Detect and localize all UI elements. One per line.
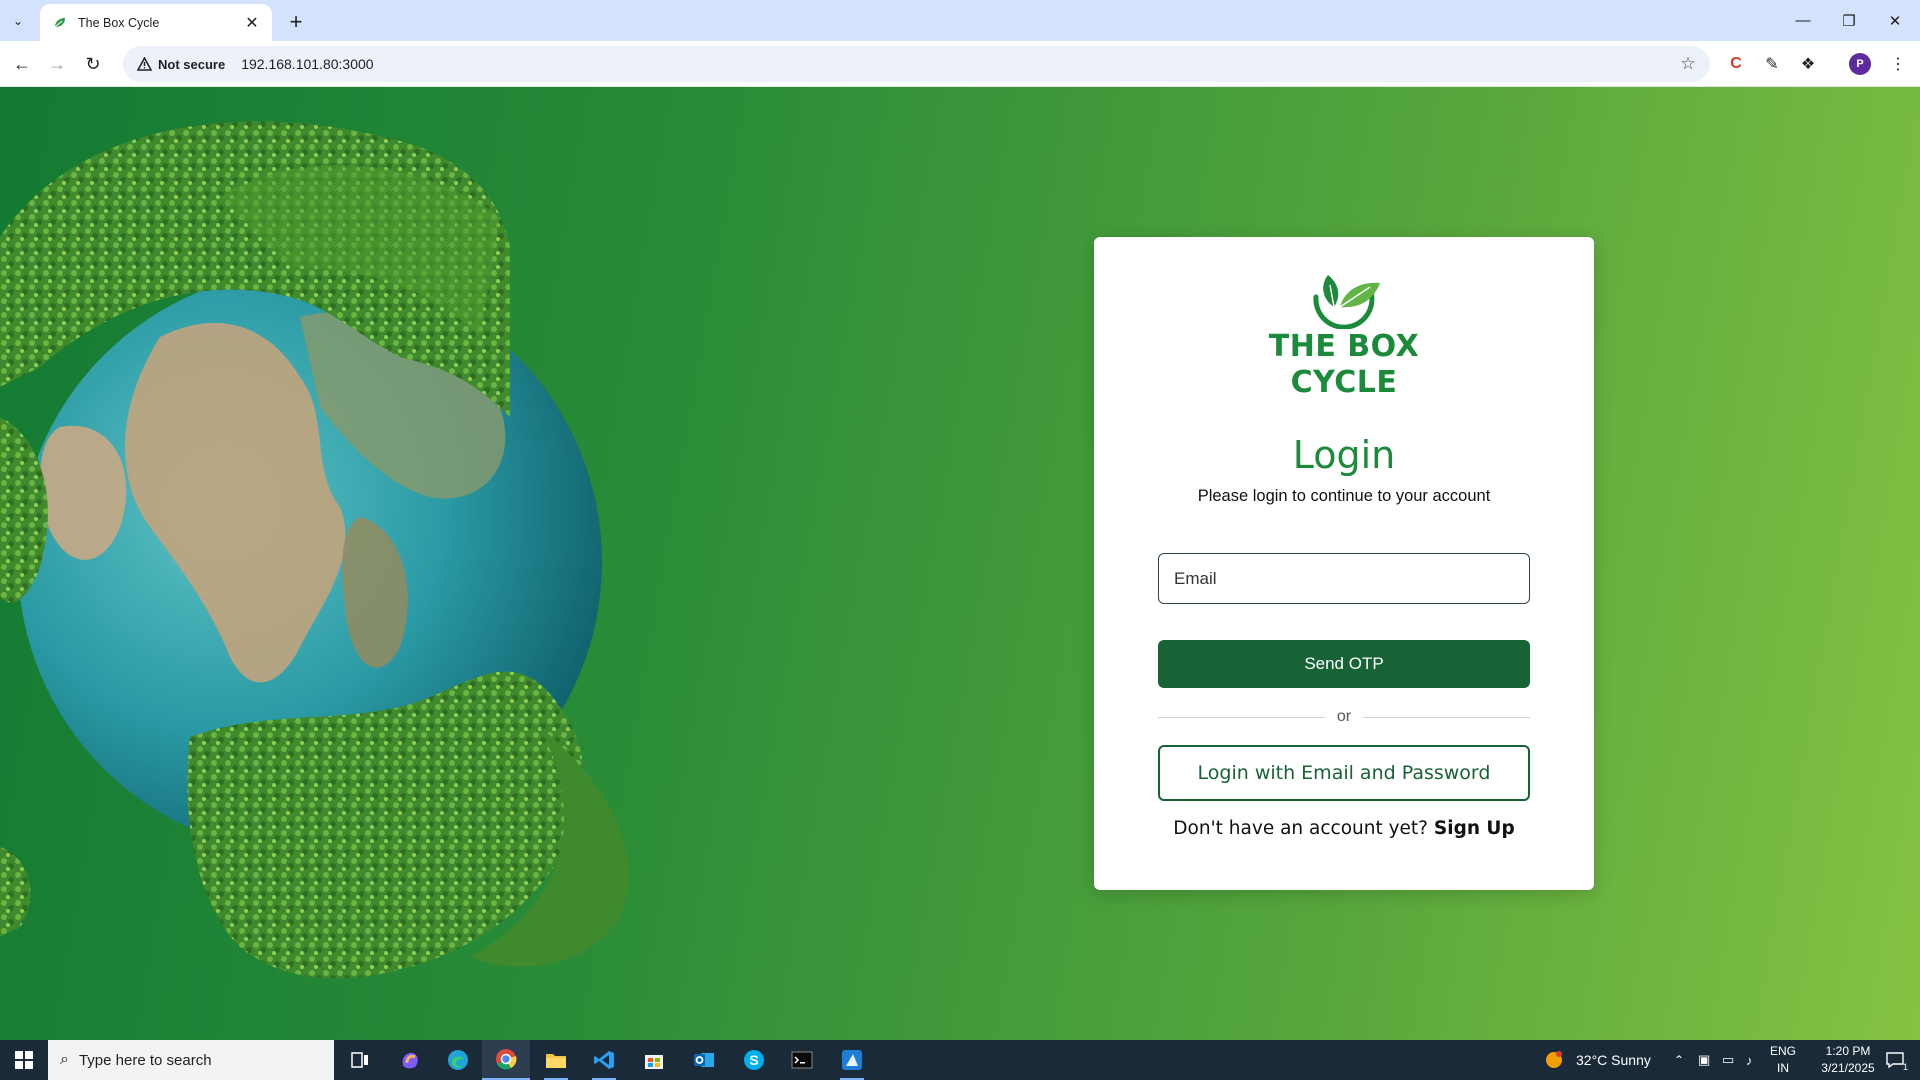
network-icon[interactable]: ▭ [1722, 1040, 1734, 1080]
profile-avatar[interactable]: P [1849, 53, 1871, 75]
volume-icon[interactable]: ♪ [1746, 1040, 1753, 1080]
extensions-puzzle-icon[interactable]: ❖ [1794, 50, 1822, 78]
extension-c-icon[interactable]: C [1722, 50, 1750, 78]
terminal-icon[interactable] [778, 1040, 826, 1080]
back-arrow-icon[interactable]: ← [6, 48, 38, 80]
bookmark-star-icon[interactable]: ☆ [1676, 52, 1700, 76]
address-bar[interactable]: Not secure 192.168.101.80:3000 ☆ [123, 46, 1710, 82]
warning-triangle-icon [137, 57, 152, 71]
tab-title: The Box Cycle [78, 15, 160, 30]
login-subtitle: Please login to continue to your account [1197, 487, 1491, 505]
browser-tab-active[interactable]: The Box Cycle ✕ [40, 4, 272, 41]
svg-text:S: S [749, 1052, 758, 1068]
copilot-icon[interactable] [386, 1040, 434, 1080]
login-title: Login [1292, 433, 1396, 477]
recycle-globe-illustration [0, 121, 629, 979]
weather-sun-icon[interactable] [1530, 1040, 1578, 1080]
taskbar-search-box[interactable]: ⌕ Type here to search [48, 1040, 334, 1080]
clock-time: 1:20 PM [1825, 1044, 1871, 1058]
browser-toolbar: ← → ↻ Not secure 192.168.101.80:3000 ☆ C… [0, 41, 1920, 87]
signup-link[interactable]: Sign Up [1434, 818, 1515, 839]
chrome-browser-icon[interactable] [482, 1040, 530, 1080]
brand-name-line1: THE BOX [1268, 329, 1420, 364]
restore-icon[interactable]: ❐ [1826, 0, 1872, 41]
skype-icon[interactable]: S [730, 1040, 778, 1080]
region-code: IN [1777, 1061, 1789, 1075]
azure-data-studio-icon[interactable] [828, 1040, 876, 1080]
brand-name-line2: CYCLE [1290, 365, 1398, 400]
taskbar-clock[interactable]: 1:20 PM 3/21/2025 [1808, 1040, 1888, 1080]
login-with-password-button[interactable]: Login with Email and Password [1158, 745, 1530, 801]
language-code: ENG [1770, 1044, 1797, 1058]
eyedropper-icon[interactable]: ✎ [1758, 50, 1786, 78]
page-viewport: THE BOX CYCLE Login Please login to cont… [0, 87, 1920, 1040]
forward-arrow-icon[interactable]: → [41, 48, 73, 80]
task-view-icon[interactable] [336, 1040, 384, 1080]
meet-now-icon[interactable]: ▣ [1698, 1040, 1710, 1080]
search-icon: ⌕ [60, 1051, 69, 1068]
divider-line-right [1363, 716, 1531, 718]
tab-close-icon[interactable]: ✕ [242, 13, 262, 33]
email-field[interactable] [1158, 553, 1530, 604]
signup-row: Don't have an account yet? Sign Up [1094, 818, 1594, 839]
outlook-icon[interactable] [680, 1040, 728, 1080]
reload-icon[interactable]: ↻ [77, 48, 109, 80]
url-text: 192.168.101.80:3000 [241, 56, 374, 72]
leaf-circle-logo-icon [1313, 275, 1380, 329]
edge-browser-icon[interactable] [434, 1040, 482, 1080]
browser-menu-icon[interactable]: ⋮ [1884, 50, 1912, 78]
file-explorer-icon[interactable] [532, 1040, 580, 1080]
windows-start-icon[interactable] [0, 1040, 48, 1080]
windows-taskbar: ⌕ Type here to search S 32°C Sunny ⌃ ▣ ▭… [0, 1040, 1920, 1080]
leaf-favicon-icon [54, 17, 65, 27]
window-close-icon[interactable]: ✕ [1872, 0, 1918, 41]
weather-text[interactable]: 32°C Sunny [1576, 1040, 1651, 1080]
browser-tabstrip: ⌄ The Box Cycle ✕ + — ❐ ✕ [0, 0, 1920, 41]
notification-count: 1 [1902, 1062, 1908, 1072]
site-info-chip[interactable]: Not secure [131, 57, 231, 72]
tab-search-chevron-icon[interactable]: ⌄ [6, 9, 30, 33]
language-indicator[interactable]: ENG IN [1770, 1040, 1796, 1080]
show-hidden-icons-chevron-icon[interactable]: ⌃ [1674, 1040, 1684, 1080]
divider-text: or [1336, 708, 1352, 725]
login-card: THE BOX CYCLE Login Please login to cont… [1094, 237, 1594, 890]
send-otp-button[interactable]: Send OTP [1158, 640, 1530, 688]
notification-center-icon[interactable]: 1 [1880, 1040, 1910, 1080]
divider-line-left [1158, 716, 1325, 718]
vscode-icon[interactable] [580, 1040, 628, 1080]
security-label: Not secure [158, 56, 226, 72]
minimize-icon[interactable]: — [1780, 0, 1826, 41]
new-tab-plus-icon[interactable]: + [282, 8, 310, 36]
ms-store-icon[interactable] [630, 1040, 678, 1080]
brand-logo: THE BOX CYCLE [1094, 267, 1594, 401]
or-divider: or [1158, 707, 1531, 727]
clock-date: 3/21/2025 [1821, 1061, 1875, 1075]
signup-prompt: Don't have an account yet? [1173, 818, 1429, 839]
taskbar-search-placeholder: Type here to search [78, 1051, 212, 1069]
